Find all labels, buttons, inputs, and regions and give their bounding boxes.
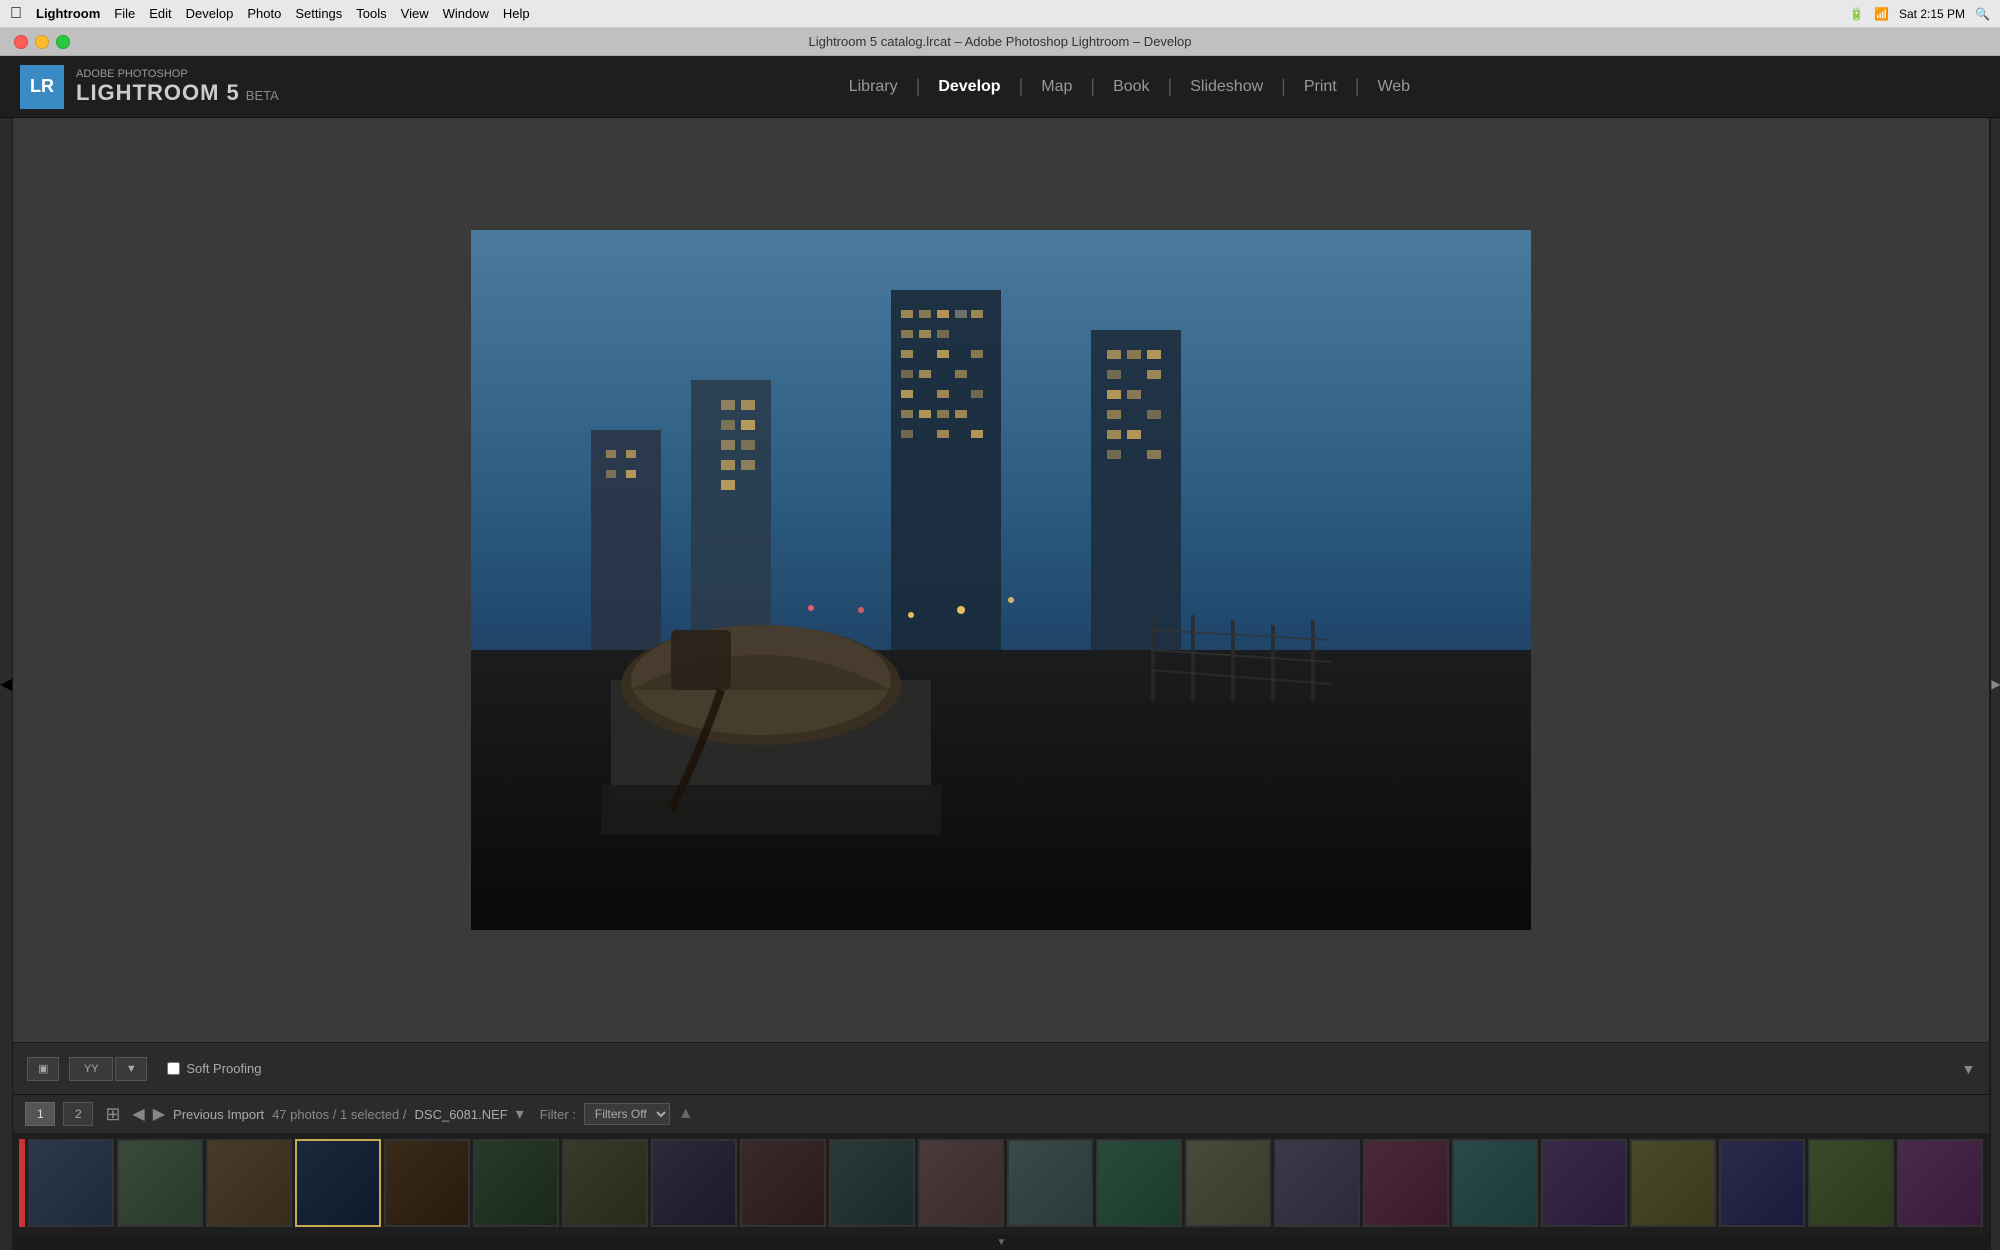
maximize-button[interactable]	[56, 35, 70, 49]
bottom-strip: ▼	[13, 1234, 1989, 1250]
toolbar-expand-button[interactable]: ▼	[1961, 1061, 1975, 1077]
film-thumb-1[interactable]	[117, 1139, 203, 1227]
mac-menubar:  Lightroom File Edit Develop Photo Sett…	[0, 0, 2000, 28]
window-title: Lightroom 5 catalog.lrcat – Adobe Photos…	[808, 34, 1191, 49]
soft-proofing-area: Soft Proofing	[167, 1061, 261, 1076]
flag-button-yy[interactable]: YY	[69, 1057, 113, 1081]
filmstrip-tab-1[interactable]: 1	[25, 1102, 55, 1126]
filter-select[interactable]: Filters Off	[584, 1103, 670, 1125]
apple-menu[interactable]: 	[10, 5, 22, 23]
search-icon[interactable]: 🔍	[1975, 7, 1990, 21]
film-thumb-5[interactable]	[473, 1139, 559, 1227]
soft-proofing-checkbox[interactable]	[167, 1062, 180, 1075]
loupe-view-button[interactable]: ▣	[27, 1057, 59, 1081]
beta-label: BETA	[246, 88, 279, 103]
film-thumb-8[interactable]	[740, 1139, 826, 1227]
filename-arrow-icon[interactable]: ▾	[516, 1104, 524, 1124]
window-titlebar: Lightroom 5 catalog.lrcat – Adobe Photos…	[0, 28, 2000, 56]
import-label: Previous Import	[173, 1107, 264, 1122]
center-area: ▣ YY ▼ Soft Proofing ▼ 1 2 ⊞ ◀ ▶ Previou…	[13, 118, 1989, 1250]
nav-slideshow[interactable]: Slideshow	[1172, 78, 1281, 96]
film-thumb-12[interactable]	[1096, 1139, 1182, 1227]
filmstrip-area: 1 2 ⊞ ◀ ▶ Previous Import 47 photos / 1 …	[13, 1094, 1989, 1234]
nav-web[interactable]: Web	[1359, 78, 1428, 96]
menu-photo[interactable]: Photo	[247, 6, 281, 21]
film-thumb-6[interactable]	[562, 1139, 648, 1227]
photo-container	[471, 230, 1531, 930]
menubar-right: 🔋 📶 Sat 2:15 PM 🔍	[1849, 7, 1990, 21]
film-thumb-9[interactable]	[829, 1139, 915, 1227]
film-thumb-21[interactable]	[1897, 1139, 1983, 1227]
left-arrow-icon: ◀	[0, 674, 12, 694]
grid-view-icon[interactable]: ⊞	[101, 1104, 124, 1125]
film-thumb-7[interactable]	[651, 1139, 737, 1227]
film-thumb-15[interactable]	[1363, 1139, 1449, 1227]
flag-dropdown[interactable]: ▼	[115, 1057, 147, 1081]
film-thumb-2[interactable]	[206, 1139, 292, 1227]
next-arrow[interactable]: ▶	[153, 1104, 165, 1124]
menu-settings[interactable]: Settings	[295, 6, 342, 21]
view-mode-buttons: ▣	[27, 1057, 59, 1081]
right-arrow-icon: ▶	[1991, 677, 2000, 691]
filmstrip-tab-2[interactable]: 2	[63, 1102, 93, 1126]
red-label	[19, 1139, 25, 1227]
lr-logo: LR	[20, 65, 64, 109]
menu-file[interactable]: File	[114, 6, 135, 21]
nav-develop[interactable]: Develop	[920, 78, 1018, 96]
lightroom-label: LIGHTROOM 5	[76, 80, 240, 106]
menu-help[interactable]: Help	[503, 6, 530, 21]
film-thumb-16[interactable]	[1452, 1139, 1538, 1227]
traffic-lights	[14, 35, 70, 49]
nav-book[interactable]: Book	[1095, 78, 1167, 96]
clock: Sat 2:15 PM	[1899, 7, 1965, 21]
battery-icon: 🔋	[1849, 7, 1864, 21]
film-thumb-18[interactable]	[1630, 1139, 1716, 1227]
bottom-arrow-icon[interactable]: ▼	[996, 1237, 1006, 1248]
film-thumb-20[interactable]	[1808, 1139, 1894, 1227]
film-thumb-3[interactable]	[295, 1139, 381, 1227]
menu-develop[interactable]: Develop	[186, 6, 234, 21]
close-button[interactable]	[14, 35, 28, 49]
filmstrip-expand-icon[interactable]: ▲	[678, 1105, 694, 1123]
menu-view[interactable]: View	[401, 6, 429, 21]
photo-svg	[471, 230, 1531, 930]
main-photo	[471, 230, 1531, 930]
left-panel-toggle[interactable]: ◀	[0, 118, 13, 1250]
film-thumb-13[interactable]	[1185, 1139, 1271, 1227]
filmstrip-thumbnails	[13, 1133, 1989, 1233]
film-thumb-0[interactable]	[28, 1139, 114, 1227]
adobe-label: ADOBE PHOTOSHOP	[76, 68, 279, 80]
right-panel-toggle[interactable]: ▶	[1990, 118, 2000, 1250]
menu-edit[interactable]: Edit	[149, 6, 171, 21]
nav-print[interactable]: Print	[1286, 78, 1355, 96]
film-thumb-4[interactable]	[384, 1139, 470, 1227]
main-nav: Library | Develop | Map | Book | Slidesh…	[279, 76, 1980, 97]
nav-library[interactable]: Library	[831, 78, 916, 96]
filename[interactable]: DSC_6081.NEF	[415, 1107, 508, 1122]
photo-count: 47 photos / 1 selected /	[272, 1107, 406, 1122]
photo-area	[13, 118, 1989, 1042]
menu-lightroom[interactable]: Lightroom	[36, 6, 100, 21]
minimize-button[interactable]	[35, 35, 49, 49]
filter-label: Filter :	[540, 1107, 576, 1122]
main-layout: ◀	[0, 118, 2000, 1250]
nav-map[interactable]: Map	[1023, 78, 1090, 96]
film-thumb-14[interactable]	[1274, 1139, 1360, 1227]
film-thumb-10[interactable]	[918, 1139, 1004, 1227]
wifi-icon: 📶	[1874, 7, 1889, 21]
menu-tools[interactable]: Tools	[356, 6, 386, 21]
prev-arrow[interactable]: ◀	[132, 1104, 144, 1124]
film-thumb-19[interactable]	[1719, 1139, 1805, 1227]
filmstrip-toolbar: 1 2 ⊞ ◀ ▶ Previous Import 47 photos / 1 …	[13, 1095, 1989, 1133]
photo-toolbar: ▣ YY ▼ Soft Proofing ▼	[13, 1042, 1989, 1094]
film-thumb-11[interactable]	[1007, 1139, 1093, 1227]
menu-window[interactable]: Window	[443, 6, 489, 21]
film-thumb-17[interactable]	[1541, 1139, 1627, 1227]
flag-area: YY ▼	[69, 1057, 147, 1081]
app-name: ADOBE PHOTOSHOP LIGHTROOM 5 BETA	[76, 68, 279, 106]
app-header: LR ADOBE PHOTOSHOP LIGHTROOM 5 BETA Libr…	[0, 56, 2000, 118]
soft-proofing-label: Soft Proofing	[186, 1061, 261, 1076]
